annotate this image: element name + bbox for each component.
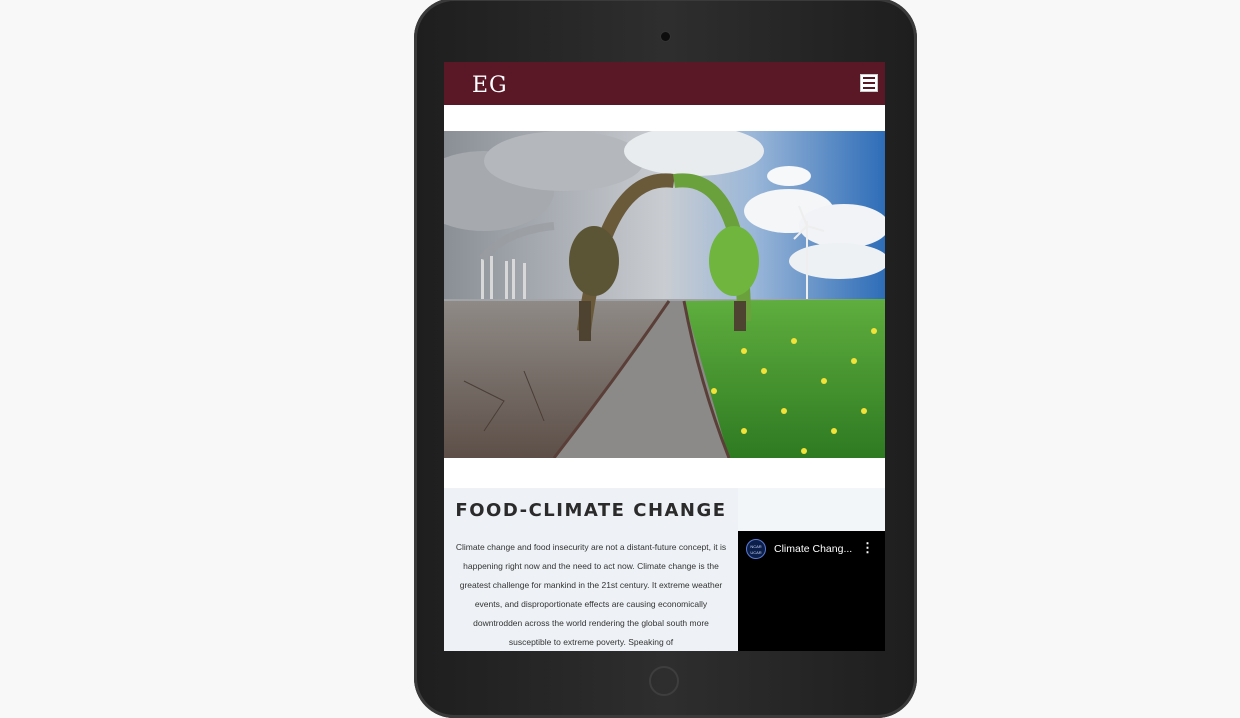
navbar: EG xyxy=(444,62,885,105)
article-title: FOOD-CLIMATE CHANGE xyxy=(455,500,727,521)
video-title[interactable]: Climate Chang... xyxy=(774,543,852,555)
hero-image xyxy=(444,131,885,458)
hamburger-menu-icon[interactable] xyxy=(860,74,878,92)
video-embed[interactable]: NCAR UCAR Climate Chang... ⋮ xyxy=(738,531,885,651)
more-vertical-icon[interactable]: ⋮ xyxy=(861,540,874,556)
tablet-screen: EG FOOD-CLIMATE CHANGE Climate change an… xyxy=(444,62,885,651)
article-section: FOOD-CLIMATE CHANGE Climate change and f… xyxy=(444,488,885,651)
camera-icon xyxy=(661,32,670,41)
home-button[interactable] xyxy=(649,666,679,696)
channel-logo[interactable]: NCAR UCAR xyxy=(746,539,766,559)
article-body: Climate change and food insecurity are n… xyxy=(455,542,727,647)
site-logo[interactable]: EG xyxy=(472,73,508,98)
article-text-column: FOOD-CLIMATE CHANGE Climate change and f… xyxy=(444,488,738,651)
